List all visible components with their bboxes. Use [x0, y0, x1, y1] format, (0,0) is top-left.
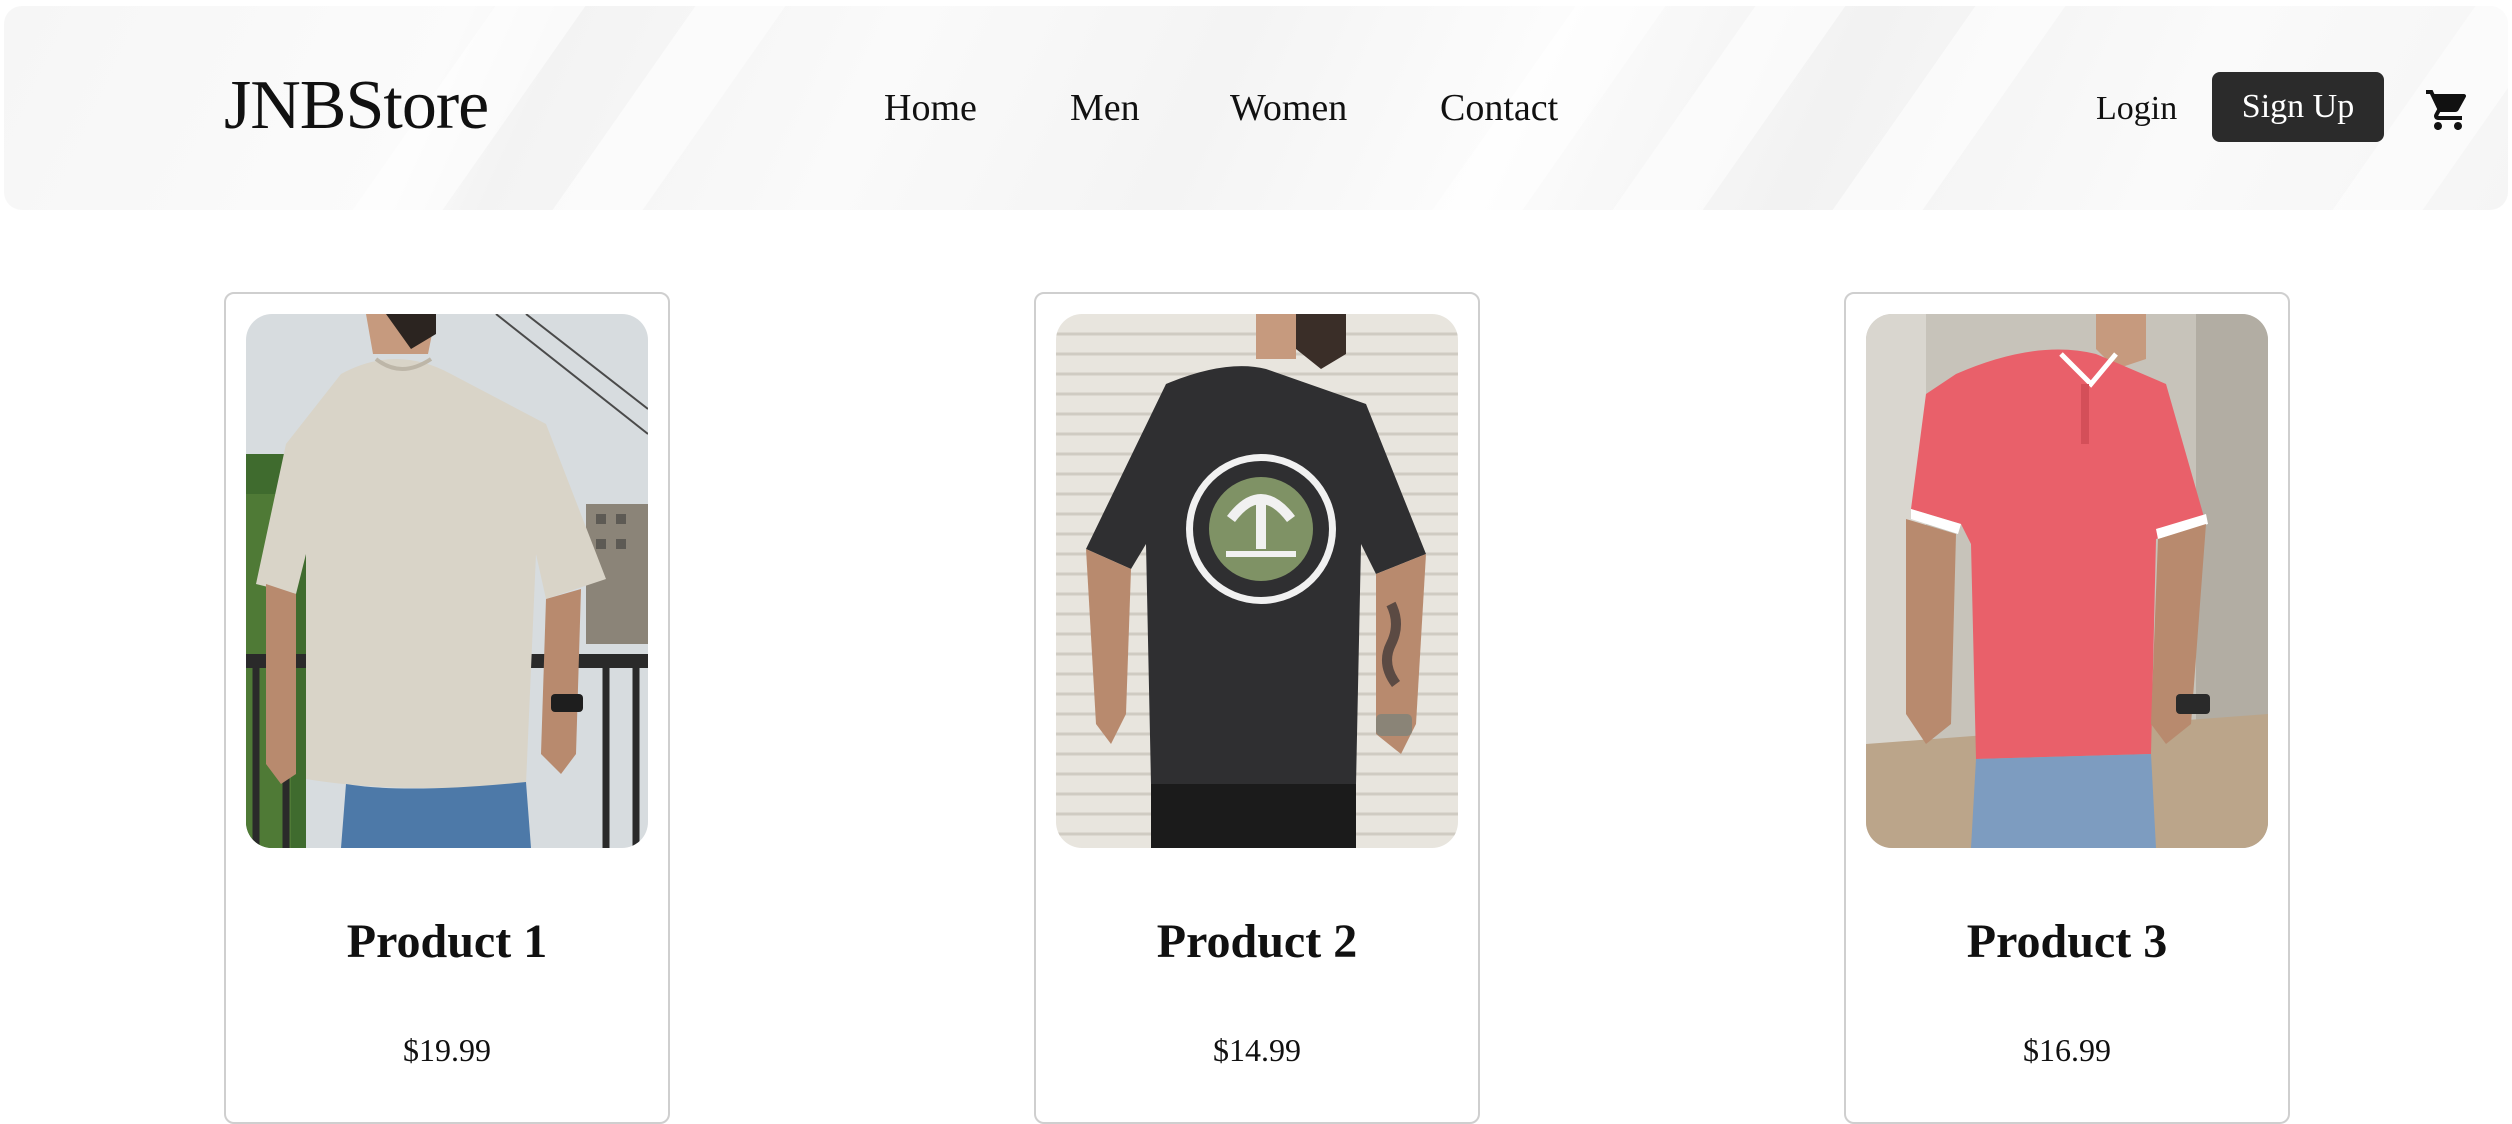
product-card[interactable]: Product 2 $14.99 [1034, 292, 1480, 1124]
product-photo-coral-polo [1866, 314, 2268, 848]
product-price: $16.99 [2023, 1032, 2111, 1068]
signup-button[interactable]: Sign Up [2212, 72, 2384, 142]
product-image[interactable] [1056, 314, 1458, 848]
site-header: JNBStore Home Men Women Contact Login Si… [4, 6, 2508, 210]
product-photo-black-graphic-tshirt [1056, 314, 1458, 848]
product-image[interactable] [1866, 314, 2268, 848]
product-image[interactable] [246, 314, 648, 848]
nav-women[interactable]: Women [1230, 86, 1347, 130]
header-decor [552, 6, 786, 210]
login-link[interactable]: Login [2096, 90, 2177, 128]
product-photo-beige-tshirt [246, 314, 648, 848]
nav-men[interactable]: Men [1070, 86, 1140, 130]
product-card[interactable]: Product 3 $16.99 [1844, 292, 2290, 1124]
nav-home[interactable]: Home [884, 86, 977, 130]
product-price: $19.99 [403, 1032, 491, 1068]
product-title[interactable]: Product 3 [1846, 914, 2288, 969]
site-logo[interactable]: JNBStore [224, 66, 489, 146]
nav-contact[interactable]: Contact [1440, 86, 1558, 130]
product-title[interactable]: Product 1 [226, 914, 668, 969]
product-card[interactable]: Product 1 $19.99 [224, 292, 670, 1124]
shopping-cart-icon[interactable] [2424, 86, 2472, 134]
product-price: $14.99 [1213, 1032, 1301, 1068]
header-decor [1612, 6, 1846, 210]
product-title[interactable]: Product 2 [1036, 914, 1478, 969]
header-decor [1832, 6, 2066, 210]
